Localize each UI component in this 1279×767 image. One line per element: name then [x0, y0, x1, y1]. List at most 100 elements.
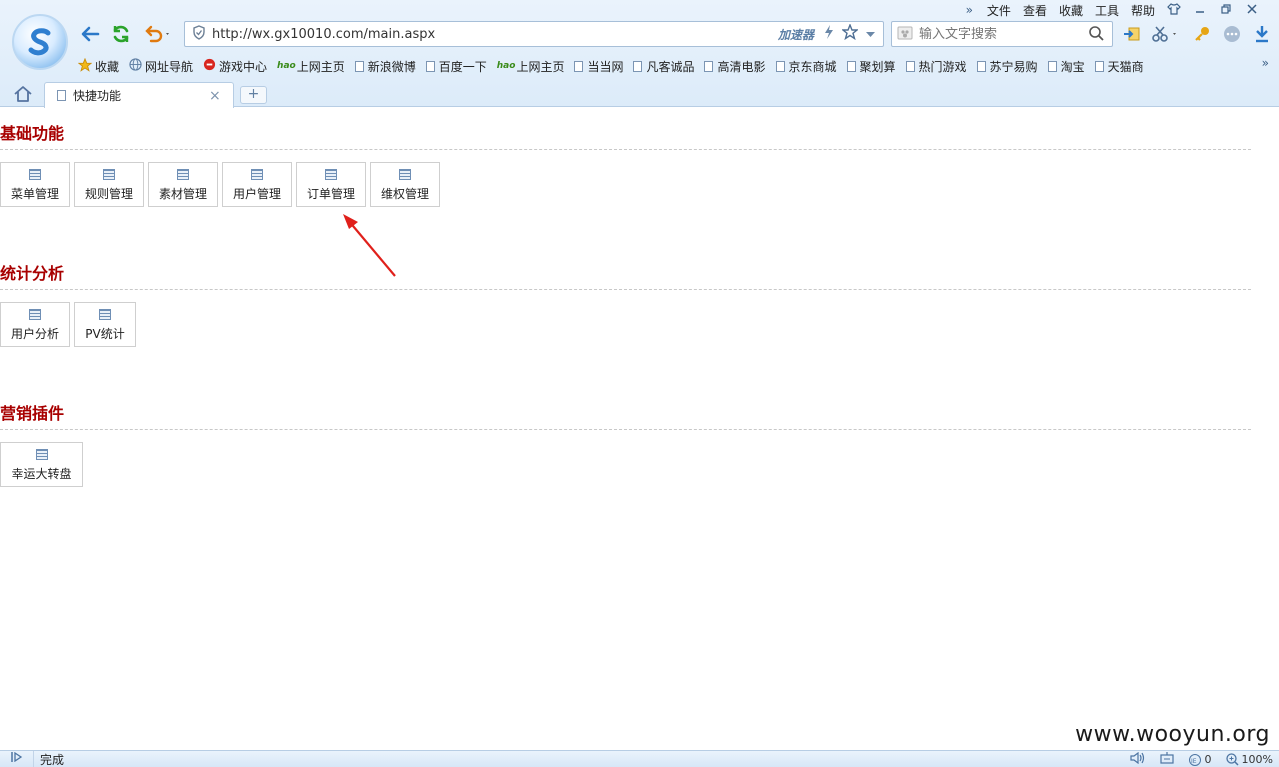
table-icon — [99, 309, 111, 320]
bookmark-item[interactable]: 聚划算 — [846, 58, 896, 75]
page-icon — [775, 60, 785, 72]
table-icon — [103, 169, 115, 180]
bookmark-item[interactable]: 网址导航 — [129, 58, 193, 75]
refresh-button[interactable] — [108, 22, 134, 46]
table-icon — [177, 169, 189, 180]
menu-help[interactable]: 帮助 — [1125, 2, 1161, 19]
search-box[interactable] — [891, 21, 1113, 47]
user-management-button[interactable]: 用户管理 — [222, 162, 292, 207]
bookmark-item[interactable]: 百度一下 — [425, 58, 487, 75]
svg-text:IE: IE — [1191, 758, 1197, 765]
ie-mode-indicator[interactable]: IE 0 — [1188, 753, 1212, 766]
tab-close-icon[interactable]: × — [209, 88, 225, 104]
more-options-icon[interactable] — [1220, 22, 1244, 46]
bookmark-item[interactable]: 高清电影 — [704, 58, 766, 75]
statistics-buttons: 用户分析 PV统计 — [0, 302, 136, 347]
skin-icon[interactable] — [1161, 2, 1187, 18]
table-icon — [35, 449, 48, 460]
bookmark-item[interactable]: 当当网 — [574, 58, 623, 75]
page-icon — [704, 60, 714, 72]
menu-view[interactable]: 查看 — [1017, 2, 1053, 19]
table-icon — [251, 169, 263, 180]
tab-quick-functions[interactable]: 快捷功能 × — [44, 82, 234, 108]
menu-management-button[interactable]: 菜单管理 — [0, 162, 70, 207]
section-divider — [0, 149, 1251, 150]
close-window-icon[interactable] — [1239, 3, 1265, 17]
pv-statistics-button[interactable]: PV统计 — [74, 302, 136, 347]
undo-close-button[interactable] — [141, 22, 175, 46]
accelerator-button[interactable]: 加速器 — [778, 26, 814, 43]
sync-icon[interactable] — [1120, 22, 1144, 46]
volume-icon[interactable] — [1129, 751, 1146, 767]
user-analysis-button[interactable]: 用户分析 — [0, 302, 70, 347]
page-icon — [1047, 60, 1057, 72]
browser-logo — [12, 14, 68, 70]
hao-icon: hao — [277, 61, 296, 71]
menu-bar: » 文件 查看 收藏 工具 帮助 — [958, 1, 1265, 19]
bookmark-item[interactable]: 天猫商 — [1094, 58, 1144, 75]
zoom-icon — [1225, 753, 1239, 766]
bookmarks-bar: 收藏 网址导航 游戏中心 hao 上网主页 新浪微博 百度一下 hao 上网主页… — [77, 56, 1279, 76]
section-title-basic: 基础功能 — [0, 124, 65, 143]
search-icon[interactable] — [1088, 25, 1112, 44]
security-shield-icon — [192, 25, 206, 43]
lucky-wheel-button[interactable]: 幸运大转盘 — [0, 442, 83, 487]
network-icon[interactable] — [1159, 752, 1174, 767]
table-icon — [325, 169, 337, 180]
home-button[interactable] — [13, 85, 35, 103]
search-engine-icon[interactable] — [897, 26, 913, 43]
favorite-star-icon[interactable] — [841, 23, 859, 44]
page-icon — [354, 60, 364, 72]
zoom-control[interactable]: 100% — [1225, 753, 1273, 766]
page-icon — [425, 60, 435, 72]
game-icon — [203, 58, 216, 74]
minimize-icon[interactable] — [1187, 3, 1213, 17]
sidebar-toggle-icon[interactable] — [0, 751, 34, 767]
key-icon[interactable] — [1190, 22, 1214, 46]
page-icon — [633, 60, 643, 72]
bookmark-item[interactable]: 凡客诚品 — [633, 58, 694, 75]
section-divider — [0, 429, 1251, 430]
new-tab-button[interactable]: + — [240, 86, 267, 104]
bookmark-item[interactable]: 苏宁易购 — [976, 58, 1038, 75]
bookmark-item[interactable]: 游戏中心 — [203, 58, 267, 75]
tab-strip: 快捷功能 × + — [0, 80, 1279, 108]
address-bar[interactable]: http://wx.gx10010.com/main.aspx 加速器 — [184, 21, 884, 47]
bookmark-item[interactable]: 热门游戏 — [905, 58, 967, 75]
toolbar-tools — [1120, 22, 1274, 46]
table-icon — [29, 169, 41, 180]
bookmark-item[interactable]: 淘宝 — [1047, 58, 1085, 75]
hao-icon: hao — [496, 61, 516, 71]
address-dropdown-icon[interactable] — [866, 26, 875, 42]
bookmark-item[interactable]: hao 上网主页 — [277, 58, 345, 75]
screenshot-scissors-icon[interactable] — [1150, 22, 1184, 46]
menu-tools[interactable]: 工具 — [1089, 2, 1125, 19]
home-icon — [14, 86, 32, 102]
address-url[interactable]: http://wx.gx10010.com/main.aspx — [212, 27, 778, 42]
bookmark-item[interactable]: 新浪微博 — [354, 58, 416, 75]
download-icon[interactable] — [1250, 22, 1274, 46]
material-management-button[interactable]: 素材管理 — [148, 162, 218, 207]
table-icon — [29, 309, 41, 320]
section-title-marketing: 营销插件 — [0, 404, 65, 423]
marketing-buttons: 幸运大转盘 — [0, 442, 83, 487]
basic-function-buttons: 菜单管理 规则管理 素材管理 用户管理 订单管理 维权管理 — [0, 162, 440, 207]
lightning-icon[interactable] — [824, 25, 834, 43]
back-button[interactable] — [77, 22, 103, 46]
page-icon — [976, 60, 986, 72]
bookmark-item[interactable]: 京东商城 — [775, 58, 837, 75]
rule-management-button[interactable]: 规则管理 — [74, 162, 144, 207]
menu-file[interactable]: 文件 — [981, 2, 1017, 19]
bookmark-favorites[interactable]: 收藏 — [77, 57, 119, 75]
annotation-arrow-icon — [343, 214, 396, 277]
search-input[interactable] — [913, 26, 1088, 42]
bookmark-item[interactable]: hao 上网主页 — [497, 58, 565, 75]
menu-more-icon[interactable]: » — [958, 3, 981, 17]
globe-icon — [129, 58, 142, 74]
restore-icon[interactable] — [1213, 3, 1239, 17]
order-management-button[interactable]: 订单管理 — [296, 162, 366, 207]
ie-icon: IE — [1188, 753, 1201, 766]
rights-management-button[interactable]: 维权管理 — [370, 162, 440, 207]
menu-favorites[interactable]: 收藏 — [1053, 2, 1089, 19]
bookmarks-more-icon[interactable]: » — [1262, 56, 1269, 70]
